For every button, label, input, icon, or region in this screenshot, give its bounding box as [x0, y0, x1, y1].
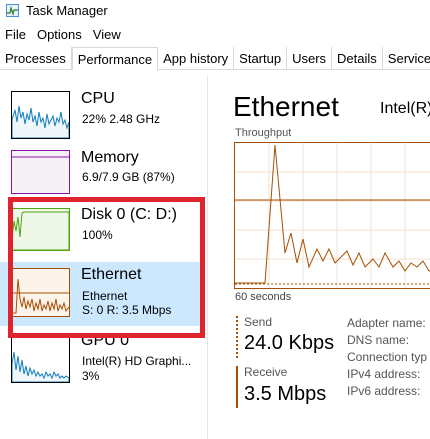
adapter-properties: Adapter name: DNS name: Connection typ I… [347, 315, 427, 400]
memory-usage: 6.9/7.9 GB (87%) [82, 170, 175, 184]
sidebar-item-memory[interactable]: Memory 6.9/7.9 GB (87%) [0, 146, 205, 206]
gpu-title: GPU 0 [81, 332, 130, 349]
ethernet-detail-panel: Ethernet Intel(R) Throughput 60 seconds … [208, 76, 430, 439]
property-dns-name: DNS name: [347, 333, 410, 347]
cpu-mini-graph [11, 91, 70, 139]
task-manager-icon [6, 3, 19, 17]
send-indicator [236, 316, 238, 358]
menu-file[interactable]: File [0, 27, 30, 42]
time-span-label: 60 seconds [235, 291, 292, 303]
resource-list: CPU 22% 2.48 GHz Memory 6.9/7.9 GB (87%)… [0, 76, 205, 439]
receive-label: Receive [244, 365, 288, 379]
ethernet-mini-graph [11, 268, 70, 317]
adapter-name: Intel(R) [380, 100, 430, 117]
receive-value: 3.5 Mbps [244, 383, 327, 405]
disk-usage: 100% [82, 228, 113, 242]
sidebar-item-gpu[interactable]: GPU 0 Intel(R) HD Graphi... 3% [0, 330, 205, 392]
sidebar-item-ethernet[interactable]: Ethernet Ethernet S: 0 R: 3.5 Mbps [0, 262, 205, 326]
memory-title: Memory [81, 149, 139, 166]
send-value: 24.0 Kbps [244, 332, 335, 354]
throughput-label: Throughput [235, 127, 292, 139]
disk-title: Disk 0 (C: D:) [81, 206, 177, 223]
disk-mini-graph [11, 208, 70, 251]
tab-users[interactable]: Users [287, 47, 333, 70]
ethernet-title: Ethernet [81, 266, 142, 283]
gpu-mini-graph [11, 335, 70, 383]
tab-strip: Processes Performance App history Startu… [0, 47, 430, 71]
ethernet-throughput: S: 0 R: 3.5 Mbps [82, 303, 172, 317]
gpu-usage: 3% [82, 369, 100, 383]
tab-processes[interactable]: Processes [0, 47, 72, 70]
tab-app-history[interactable]: App history [158, 47, 235, 70]
cpu-usage: 22% 2.48 GHz [82, 112, 161, 126]
window-title: Task Manager [26, 2, 108, 18]
tab-services[interactable]: Services [383, 47, 430, 70]
sidebar-item-cpu[interactable]: CPU 22% 2.48 GHz [0, 86, 205, 146]
detail-title: Ethernet [233, 91, 339, 122]
sidebar-item-disk[interactable]: Disk 0 (C: D:) 100% [0, 204, 205, 262]
property-ipv6-address: IPv6 address: [347, 384, 421, 398]
property-adapter-name: Adapter name: [347, 316, 426, 330]
throughput-graph [234, 142, 430, 289]
menu-options[interactable]: Options [33, 27, 86, 42]
memory-mini-graph [11, 150, 70, 194]
tab-details[interactable]: Details [332, 47, 383, 70]
ethernet-adapter: Ethernet [82, 289, 128, 303]
menu-view[interactable]: View [89, 27, 125, 42]
property-connection-type: Connection typ [347, 350, 428, 364]
cpu-title: CPU [81, 90, 115, 107]
title-bar: Task Manager [0, 0, 430, 20]
property-ipv4-address: IPv4 address: [347, 367, 421, 381]
send-label: Send [244, 315, 273, 329]
tab-startup[interactable]: Startup [234, 47, 288, 70]
gpu-model: Intel(R) HD Graphi... [82, 354, 192, 368]
tab-performance[interactable]: Performance [71, 47, 159, 71]
receive-indicator [236, 366, 238, 408]
menu-bar: File Options View [0, 24, 128, 44]
